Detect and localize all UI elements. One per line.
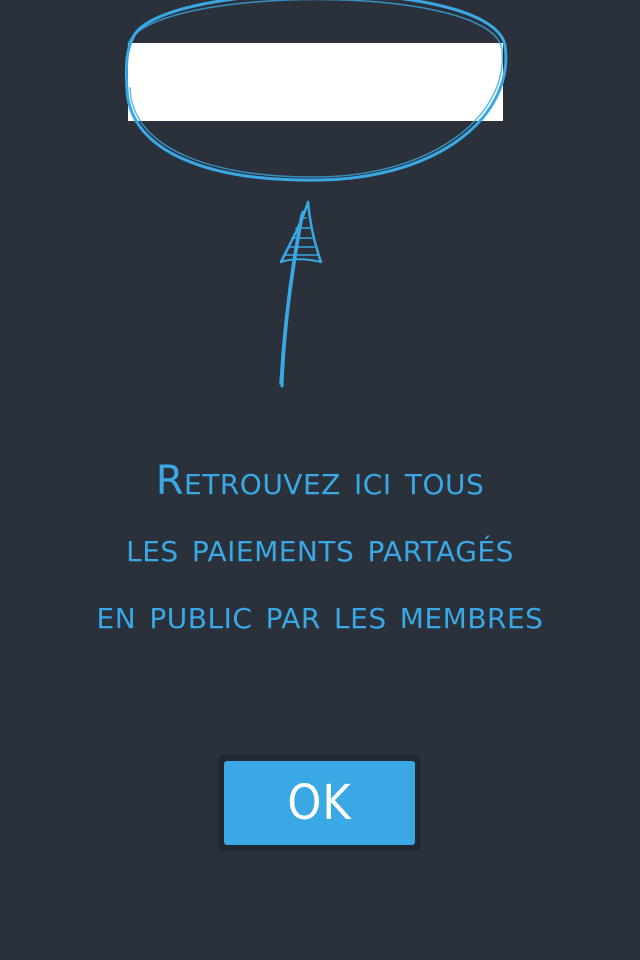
tutorial-message: Retrouvez ici tous les paiements partagé… — [0, 448, 640, 649]
message-line-1: Retrouvez ici tous — [155, 458, 485, 504]
message-line-2: les paiements partagés — [126, 525, 514, 571]
hand-drawn-circle-icon — [124, 0, 508, 182]
message-line-3: en public par les membres — [96, 592, 544, 638]
ok-button-frame: OK — [218, 755, 421, 851]
tutorial-annotation — [124, 0, 508, 388]
ok-button[interactable]: OK — [224, 761, 415, 845]
hand-drawn-arrow-icon — [279, 200, 323, 388]
